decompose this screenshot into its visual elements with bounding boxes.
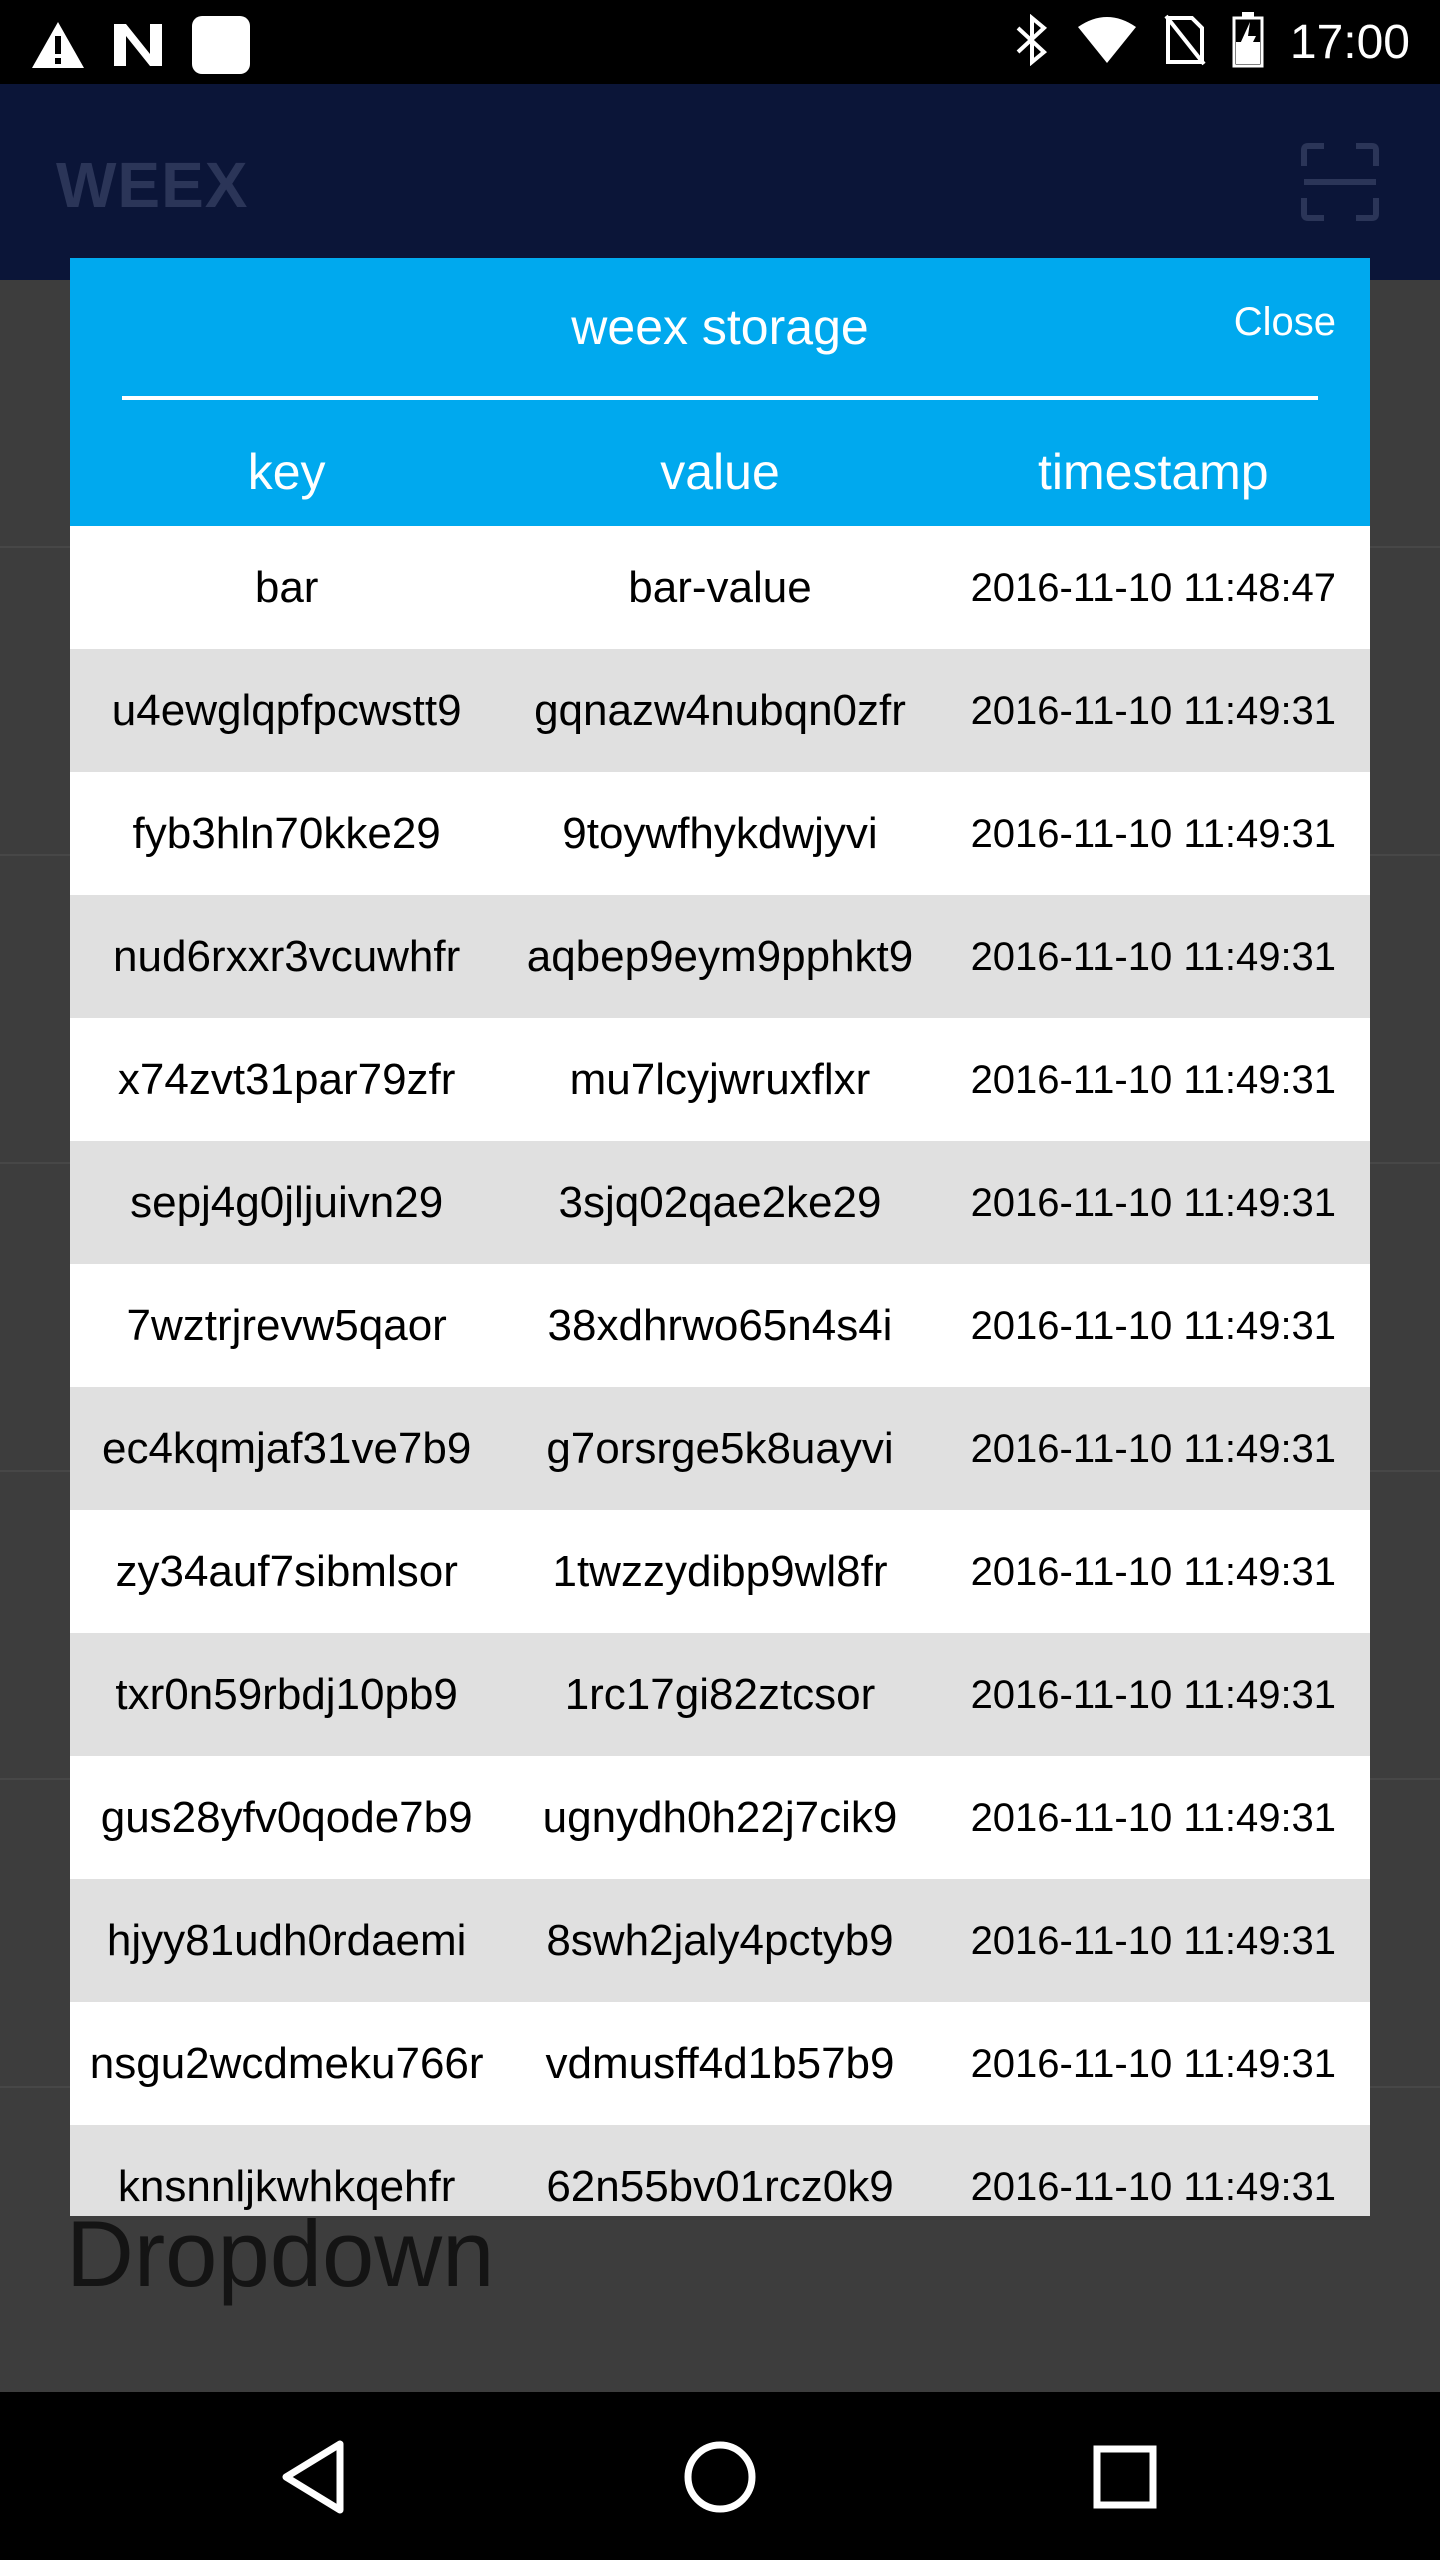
square-icon xyxy=(190,14,252,81)
table-row: x74zvt31par79zfr mu7lcyjwruxflxr 2016-11… xyxy=(70,1018,1370,1141)
cell-timestamp: 2016-11-10 11:49:31 xyxy=(970,1795,1337,1840)
table-row: sepj4g0jljuivn29 3sjq02qae2ke29 2016-11-… xyxy=(70,1141,1370,1264)
dropdown-label: Dropdown xyxy=(66,2201,495,2306)
table-row: nsgu2wcdmeku766r vdmusff4d1b57b9 2016-11… xyxy=(70,2002,1370,2125)
cell-value: 1rc17gi82ztcsor xyxy=(564,1669,876,1719)
cell-timestamp: 2016-11-10 11:49:31 xyxy=(970,688,1337,733)
close-button[interactable]: Close xyxy=(1234,300,1336,345)
table-row: 7wztrjrevw5qaor 38xdhrwo65n4s4i 2016-11-… xyxy=(70,1264,1370,1387)
recents-square-icon[interactable] xyxy=(1080,2432,1170,2522)
battery-charging-icon xyxy=(1232,11,1264,73)
cell-value: mu7lcyjwruxflxr xyxy=(569,1054,871,1104)
cell-timestamp: 2016-11-10 11:49:31 xyxy=(970,811,1337,856)
scan-icon[interactable] xyxy=(1300,142,1380,222)
cell-timestamp: 2016-11-10 11:49:31 xyxy=(970,1672,1337,1717)
navigation-bar xyxy=(0,2392,1440,2560)
cell-key: x74zvt31par79zfr xyxy=(117,1054,456,1104)
cell-timestamp: 2016-11-10 11:49:31 xyxy=(970,1057,1337,1102)
cell-timestamp: 2016-11-10 11:49:31 xyxy=(970,2041,1337,2086)
table-body[interactable]: bar bar-value 2016-11-10 11:48:47 u4ewgl… xyxy=(70,526,1370,2216)
cell-key: 7wztrjrevw5qaor xyxy=(126,1300,447,1350)
cell-key: fyb3hln70kke29 xyxy=(132,808,441,858)
cell-key: knsnnljkwhkqehfr xyxy=(117,2161,456,2211)
cell-timestamp: 2016-11-10 11:48:47 xyxy=(970,565,1337,610)
header-divider xyxy=(122,396,1318,400)
n-icon xyxy=(110,20,166,75)
cell-key: nsgu2wcdmeku766r xyxy=(89,2038,484,2088)
cell-value: 3sjq02qae2ke29 xyxy=(558,1177,882,1227)
cell-value: 9toywfhykdwjyvi xyxy=(562,808,878,858)
table-row: knsnnljkwhkqehfr 62n55bv01rcz0k9 2016-11… xyxy=(70,2125,1370,2216)
cell-timestamp: 2016-11-10 11:49:31 xyxy=(970,1180,1337,1225)
table-header: key value timestamp xyxy=(70,418,1370,526)
cell-timestamp: 2016-11-10 11:49:31 xyxy=(970,2164,1337,2209)
back-triangle-icon[interactable] xyxy=(270,2432,360,2522)
cell-key: zy34auf7sibmlsor xyxy=(115,1546,458,1596)
table-row: fyb3hln70kke29 9toywfhykdwjyvi 2016-11-1… xyxy=(70,772,1370,895)
cell-value: 8swh2jaly4pctyb9 xyxy=(546,1915,894,1965)
status-time: 17:00 xyxy=(1289,15,1410,69)
cell-key: bar xyxy=(254,562,319,612)
table-row: bar bar-value 2016-11-10 11:48:47 xyxy=(70,526,1370,649)
cell-value: 62n55bv01rcz0k9 xyxy=(546,2161,894,2211)
cell-timestamp: 2016-11-10 11:49:31 xyxy=(970,1303,1337,1348)
bluetooth-icon xyxy=(1014,13,1050,71)
table-row: hjyy81udh0rdaemi 8swh2jaly4pctyb9 2016-1… xyxy=(70,1879,1370,2002)
cell-timestamp: 2016-11-10 11:49:31 xyxy=(970,934,1337,979)
cell-key: u4ewglqpfpcwstt9 xyxy=(111,685,462,735)
cell-value: g7orsrge5k8uayvi xyxy=(546,1423,894,1473)
dialog-header: weex storage Close key value timestamp xyxy=(70,258,1370,526)
cell-value: gqnazw4nubqn0zfr xyxy=(534,685,906,735)
no-sim-icon xyxy=(1164,14,1206,71)
storage-dialog: weex storage Close key value timestamp b… xyxy=(70,258,1370,2216)
warning-icon xyxy=(30,20,86,75)
cell-key: nud6rxxr3vcuwhfr xyxy=(113,931,461,981)
cell-key: gus28yfv0qode7b9 xyxy=(100,1792,473,1842)
dialog-title: weex storage xyxy=(571,299,869,355)
app-bar: WEEX xyxy=(0,84,1440,280)
status-bar: 17:00 xyxy=(0,0,1440,84)
cell-value: ugnydh0h22j7cik9 xyxy=(542,1792,898,1842)
home-circle-icon[interactable] xyxy=(675,2432,765,2522)
table-row: nud6rxxr3vcuwhfr aqbep9eym9pphkt9 2016-1… xyxy=(70,895,1370,1018)
column-header-timestamp: timestamp xyxy=(1038,444,1269,500)
cell-value: 38xdhrwo65n4s4i xyxy=(547,1300,893,1350)
cell-key: ec4kqmjaf31ve7b9 xyxy=(101,1423,472,1473)
table-row: gus28yfv0qode7b9 ugnydh0h22j7cik9 2016-1… xyxy=(70,1756,1370,1879)
cell-timestamp: 2016-11-10 11:49:31 xyxy=(970,1549,1337,1594)
table-row: txr0n59rbdj10pb9 1rc17gi82ztcsor 2016-11… xyxy=(70,1633,1370,1756)
table-row: u4ewglqpfpcwstt9 gqnazw4nubqn0zfr 2016-1… xyxy=(70,649,1370,772)
cell-value: 1twzzydibp9wl8fr xyxy=(552,1546,888,1596)
table-row: ec4kqmjaf31ve7b9 g7orsrge5k8uayvi 2016-1… xyxy=(70,1387,1370,1510)
cell-timestamp: 2016-11-10 11:49:31 xyxy=(970,1426,1337,1471)
cell-value: vdmusff4d1b57b9 xyxy=(545,2038,895,2088)
cell-key: txr0n59rbdj10pb9 xyxy=(115,1669,458,1719)
cell-value: aqbep9eym9pphkt9 xyxy=(526,931,914,981)
cell-key: sepj4g0jljuivn29 xyxy=(130,1177,444,1227)
table-row: zy34auf7sibmlsor 1twzzydibp9wl8fr 2016-1… xyxy=(70,1510,1370,1633)
app-title: WEEX xyxy=(56,149,249,221)
cell-key: hjyy81udh0rdaemi xyxy=(106,1915,467,1965)
wifi-icon xyxy=(1076,15,1138,70)
cell-timestamp: 2016-11-10 11:49:31 xyxy=(970,1918,1337,1963)
cell-value: bar-value xyxy=(628,562,812,612)
column-header-key: key xyxy=(247,444,326,500)
column-header-value: value xyxy=(660,444,780,500)
